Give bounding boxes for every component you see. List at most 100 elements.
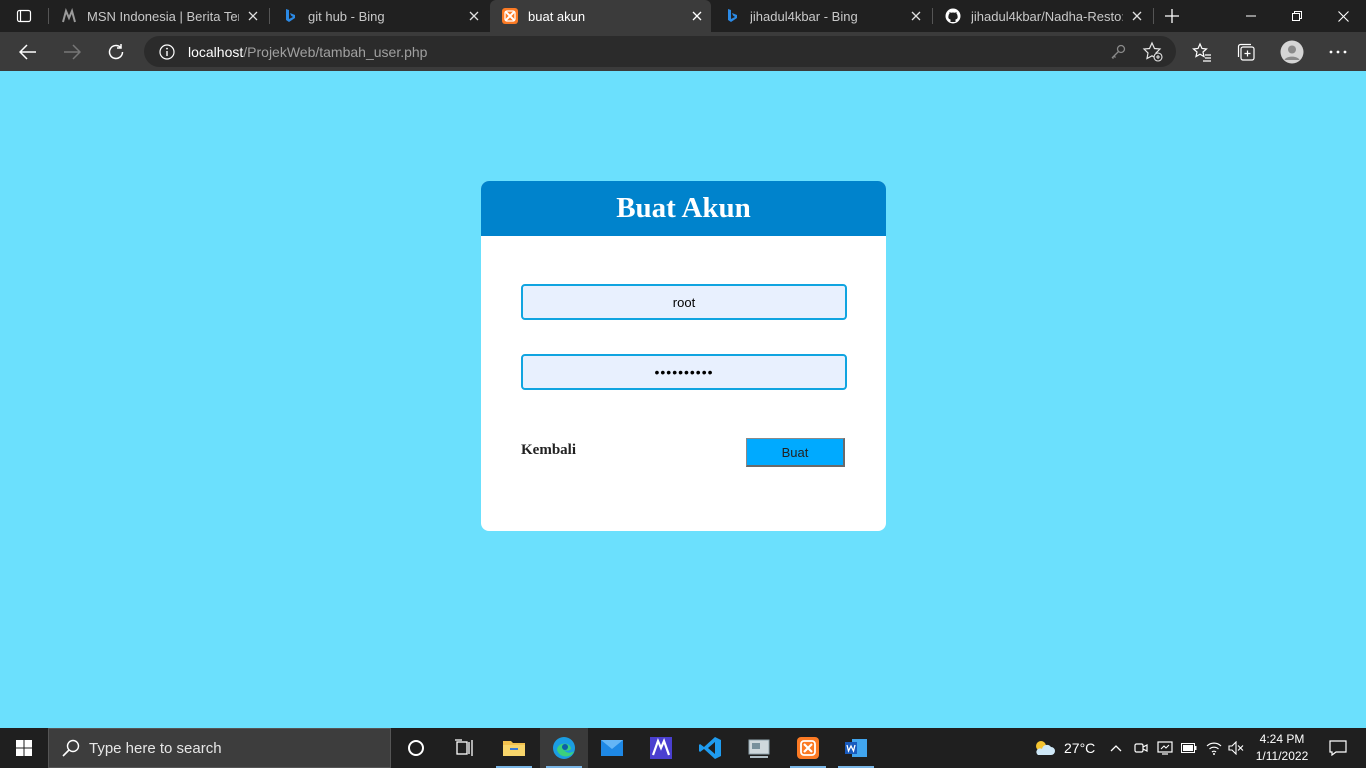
url-text: localhost/ProjekWeb/tambah_user.php: [188, 44, 427, 60]
forward-button[interactable]: [54, 34, 90, 70]
key-icon[interactable]: [1108, 42, 1128, 62]
favorites-button[interactable]: [1184, 34, 1220, 70]
word-button[interactable]: [832, 728, 880, 768]
file-explorer-button[interactable]: [490, 728, 538, 768]
control-panel-button[interactable]: [735, 728, 783, 768]
bing-icon: [282, 8, 298, 24]
app-button[interactable]: [637, 728, 685, 768]
msn-icon: [61, 8, 77, 24]
tab-title: MSN Indonesia | Berita Terkini: [87, 8, 239, 24]
word-icon: [845, 739, 867, 757]
back-button[interactable]: [10, 34, 46, 70]
minimize-icon: [1246, 15, 1256, 17]
create-account-card: Buat Akun Kembali Buat: [481, 181, 886, 531]
github-icon: [945, 8, 961, 24]
vscode-button[interactable]: [686, 728, 734, 768]
avatar: [1280, 40, 1304, 64]
volume-muted-icon[interactable]: [1228, 728, 1244, 768]
settings-more-button[interactable]: [1320, 34, 1356, 70]
edge-icon: [553, 737, 575, 759]
start-button[interactable]: [0, 728, 48, 768]
taskbar-search[interactable]: Type here to search: [48, 728, 391, 768]
xampp-button[interactable]: [784, 728, 832, 768]
close-icon[interactable]: [239, 2, 267, 30]
profile-button[interactable]: [1274, 34, 1310, 70]
arrow-left-icon: [19, 44, 36, 60]
more-icon: [1329, 50, 1347, 54]
new-tab-button[interactable]: [1156, 0, 1188, 32]
collections-button[interactable]: [1228, 34, 1264, 70]
clock-time: 4:24 PM: [1259, 732, 1305, 746]
close-icon: [1337, 10, 1349, 22]
xampp-icon: [797, 737, 819, 759]
windows-icon: [16, 740, 32, 756]
tab-buat-akun[interactable]: buat akun: [490, 0, 711, 32]
taskbar-clock[interactable]: 4:24 PM 1/11/2022: [1248, 731, 1316, 765]
back-link[interactable]: Kembali: [521, 442, 576, 459]
tab-msn[interactable]: MSN Indonesia | Berita Terkini: [49, 0, 267, 32]
tab-title: git hub - Bing: [308, 8, 385, 24]
tab-bar: MSN Indonesia | Berita Terkini git hub -…: [0, 0, 1366, 32]
xampp-icon: [502, 8, 518, 24]
mail-button[interactable]: [588, 728, 636, 768]
tab-title: jihadul4kbar - Bing: [750, 8, 858, 24]
display-icon[interactable]: [1157, 728, 1173, 768]
cortana-button[interactable]: [392, 728, 440, 768]
arrow-right-icon: [64, 44, 81, 60]
close-icon[interactable]: [460, 2, 488, 30]
close-icon[interactable]: [683, 2, 711, 30]
battery-icon[interactable]: [1181, 728, 1197, 768]
tab-git-hub-bing[interactable]: git hub - Bing: [270, 0, 488, 32]
restore-button[interactable]: [1274, 0, 1320, 32]
weather-widget[interactable]: 27°C: [1032, 728, 1095, 768]
username-input[interactable]: [521, 284, 847, 320]
refresh-icon: [108, 44, 124, 60]
chevron-up-icon: [1110, 745, 1122, 752]
taskbar: Type here to search 27°C 4:24 PM 1/11/20…: [0, 728, 1366, 768]
close-icon[interactable]: [1123, 2, 1151, 30]
folder-icon: [503, 741, 525, 756]
notification-icon: [1329, 740, 1347, 756]
vscode-icon: [699, 737, 721, 759]
cloud-sun-icon: [1036, 741, 1055, 755]
show-hidden-icons-button[interactable]: [1110, 728, 1122, 768]
weather-temp: 27°C: [1064, 740, 1096, 756]
meet-now-icon[interactable]: [1134, 728, 1148, 768]
control-panel-icon: [748, 739, 770, 758]
card-header: Buat Akun: [481, 181, 886, 236]
tab-actions-icon: [16, 9, 32, 23]
page-title: Buat Akun: [616, 192, 751, 224]
wifi-icon[interactable]: [1206, 728, 1222, 768]
cortana-icon: [408, 740, 424, 756]
create-button[interactable]: Buat: [746, 438, 845, 467]
task-view-icon: [455, 739, 473, 756]
refresh-button[interactable]: [98, 34, 134, 70]
notification-center-button[interactable]: [1318, 728, 1358, 768]
tab-title: buat akun: [528, 8, 586, 24]
browser-toolbar: localhost/ProjekWeb/tambah_user.php: [0, 32, 1366, 71]
task-view-button[interactable]: [440, 728, 488, 768]
favorites-icon: [1192, 42, 1211, 62]
mail-icon: [601, 740, 623, 756]
tab-github-repo[interactable]: jihadul4kbar/Nadha-Resto: Ap: [933, 0, 1151, 32]
address-bar[interactable]: localhost/ProjekWeb/tambah_user.php: [144, 36, 1176, 67]
add-favorite-icon[interactable]: [1142, 41, 1164, 63]
info-icon[interactable]: [158, 43, 176, 61]
close-icon[interactable]: [902, 2, 930, 30]
password-input[interactable]: [521, 354, 847, 390]
app-m-icon: [650, 737, 672, 759]
url-path: /ProjekWeb/tambah_user.php: [243, 43, 428, 60]
tab-actions-button[interactable]: [0, 0, 48, 32]
clock-date: 1/11/2022: [1255, 749, 1309, 763]
search-placeholder: Type here to search: [89, 739, 222, 757]
plus-icon: [1165, 9, 1179, 23]
url-host: localhost: [188, 43, 244, 60]
edge-button[interactable]: [540, 728, 588, 768]
collections-icon: [1237, 43, 1255, 61]
minimize-button[interactable]: [1228, 0, 1274, 32]
restore-icon: [1292, 11, 1302, 21]
close-window-button[interactable]: [1320, 0, 1366, 32]
tab-separator: [1153, 8, 1154, 24]
tab-jihadul4kbar-bing[interactable]: jihadul4kbar - Bing: [712, 0, 930, 32]
search-icon: [62, 739, 80, 757]
